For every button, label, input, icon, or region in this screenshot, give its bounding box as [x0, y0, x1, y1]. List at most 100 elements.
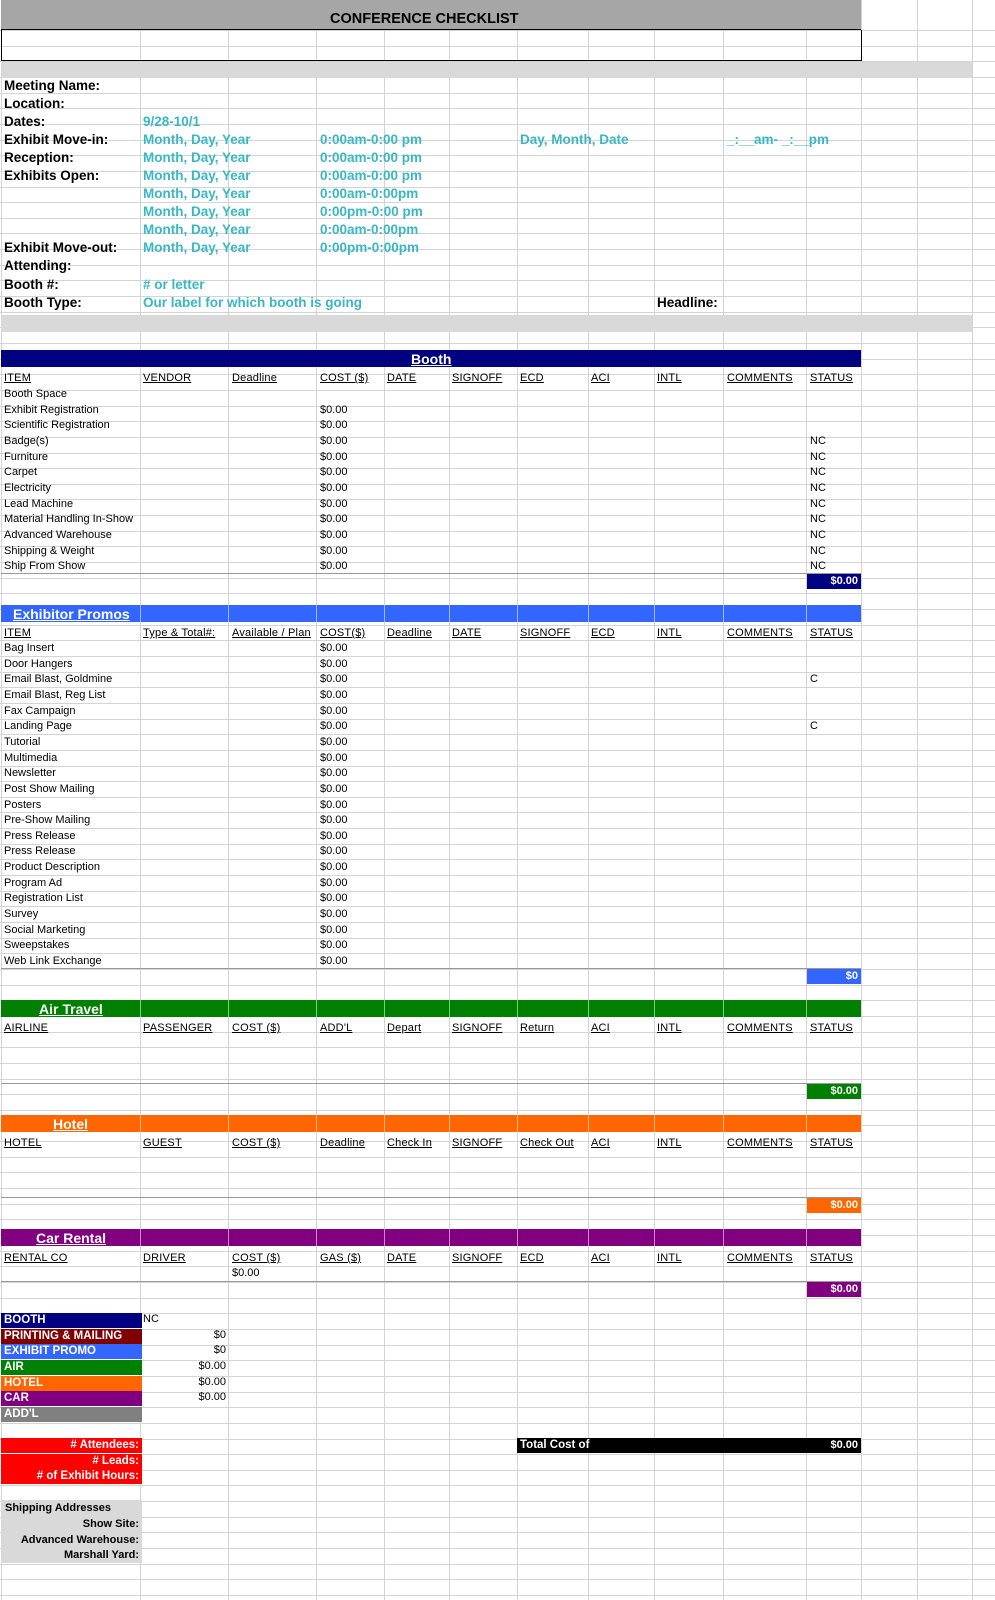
column-header: COMMENTS [727, 1252, 793, 1264]
booth-cost[interactable]: $0.00 [320, 404, 348, 416]
column-header: SIGNOFF [452, 1137, 503, 1149]
promos-band [1, 605, 861, 622]
booth-cost[interactable]: $0.00 [320, 498, 348, 510]
column-header: DATE [452, 627, 482, 639]
column-header: ECD [520, 1252, 544, 1264]
promo-cost[interactable]: $0.00 [320, 658, 348, 670]
booth-cost[interactable]: $0.00 [320, 513, 348, 525]
booth-item: Ship From Show [4, 560, 86, 573]
promo-cost[interactable]: $0.00 [320, 642, 348, 654]
detail-value[interactable]: Month, Day, Year [143, 168, 251, 183]
promo-cost[interactable]: $0.00 [320, 877, 348, 889]
detail-value[interactable]: Month, Day, Year [143, 222, 251, 237]
booth-status[interactable]: NC [810, 529, 826, 541]
column-header: INTL [657, 372, 682, 384]
booth-total: $0.00 [807, 574, 861, 589]
booth-status[interactable]: NC [810, 435, 826, 447]
band-divider [517, 1000, 518, 1017]
promo-cost[interactable]: $0.00 [320, 767, 348, 779]
band-divider [140, 1115, 141, 1132]
promo-status[interactable]: C [810, 673, 818, 685]
booth-cost[interactable]: $0.00 [320, 466, 348, 478]
promo-cost[interactable]: $0.00 [320, 908, 348, 920]
promo-cost[interactable]: $0.00 [320, 689, 348, 701]
column-header: COST ($) [232, 1022, 281, 1034]
promo-cost[interactable]: $0.00 [320, 783, 348, 795]
summary-value: $0.00 [198, 1375, 226, 1388]
booth-status[interactable]: NC [810, 466, 826, 478]
promo-cost[interactable]: $0.00 [320, 939, 348, 951]
band-divider [316, 1229, 317, 1246]
booth-status[interactable]: NC [810, 560, 826, 572]
detail-label: Exhibit Move-in: [4, 132, 109, 147]
detail-time[interactable]: 0:00am-0:00pm [320, 186, 418, 201]
booth-cost[interactable]: $0.00 [320, 560, 348, 572]
section-rule [1, 1197, 861, 1198]
detail-label: Exhibits Open: [4, 168, 100, 183]
detail-extra-date[interactable]: Day, Month, Date [520, 132, 629, 147]
band-divider [228, 1000, 229, 1017]
column-header: VENDOR [143, 372, 192, 384]
promo-cost[interactable]: $0.00 [320, 799, 348, 811]
promo-cost[interactable]: $0.00 [320, 752, 348, 764]
detail-value[interactable]: Month, Day, Year [143, 204, 251, 219]
detail-extra-time[interactable]: _:__am- _:__pm [727, 132, 829, 147]
booth-status[interactable]: NC [810, 513, 826, 525]
detail-value[interactable]: Our label for which booth is going [143, 295, 362, 310]
detail-value[interactable]: Month, Day, Year [143, 240, 251, 255]
booth-status[interactable]: NC [810, 498, 826, 510]
booth-item: Furniture [4, 450, 49, 463]
promo-cost[interactable]: $0.00 [320, 845, 348, 857]
booth-status[interactable]: NC [810, 482, 826, 494]
detail-time[interactable]: 0:00am-0:00 pm [320, 168, 422, 183]
detail-value[interactable]: Month, Day, Year [143, 150, 251, 165]
summary-value: $0 [213, 1328, 226, 1341]
detail-time[interactable]: 0:00am-0:00 pm [320, 132, 422, 147]
detail-time[interactable]: 0:00am-0:00 pm [320, 150, 422, 165]
detail-time[interactable]: 0:00am-0:00pm [320, 222, 418, 237]
band-divider [723, 1000, 724, 1017]
band-divider [588, 1000, 589, 1017]
promo-cost[interactable]: $0.00 [320, 814, 348, 826]
promo-cost[interactable]: $0.00 [320, 673, 348, 685]
booth-cost[interactable]: $0.00 [320, 419, 348, 431]
car-cost-value[interactable]: $0.00 [232, 1267, 260, 1279]
detail-value[interactable]: Month, Day, Year [143, 132, 251, 147]
promo-cost[interactable]: $0.00 [320, 861, 348, 873]
column-header: Depart [387, 1022, 422, 1034]
promo-item: Product Description [4, 861, 100, 874]
band-divider [316, 1115, 317, 1132]
booth-cost[interactable]: $0.00 [320, 451, 348, 463]
booth-status[interactable]: NC [810, 545, 826, 557]
booth-cost[interactable]: $0.00 [320, 545, 348, 557]
promo-status[interactable]: C [810, 720, 818, 732]
booth-cost[interactable]: $0.00 [320, 482, 348, 494]
promo-item: Press Release [4, 845, 76, 858]
band-divider [517, 1229, 518, 1246]
detail-time[interactable]: 0:00pm-0:00 pm [320, 204, 423, 219]
column-header: ITEM [4, 627, 32, 639]
promo-cost[interactable]: $0.00 [320, 736, 348, 748]
detail-time[interactable]: 0:00pm-0:00pm [320, 240, 419, 255]
booth-cost[interactable]: $0.00 [320, 435, 348, 447]
promo-cost[interactable]: $0.00 [320, 955, 348, 967]
detail-value[interactable]: 9/28-10/1 [143, 114, 200, 129]
booth-status[interactable]: NC [810, 451, 826, 463]
band-divider [654, 605, 655, 622]
promo-cost[interactable]: $0.00 [320, 705, 348, 717]
promo-cost[interactable]: $0.00 [320, 720, 348, 732]
promo-cost[interactable]: $0.00 [320, 830, 348, 842]
booth-item: Material Handling In-Show [4, 513, 134, 526]
gray-band-mid [1, 315, 972, 332]
column-header: COMMENTS [727, 1022, 793, 1034]
booth-cost[interactable]: $0.00 [320, 529, 348, 541]
headline-label: Headline: [657, 295, 718, 310]
detail-value[interactable]: Month, Day, Year [143, 186, 251, 201]
band-divider [806, 1000, 807, 1017]
column-header: COST($) [320, 627, 366, 639]
promo-cost[interactable]: $0.00 [320, 892, 348, 904]
column-header: COMMENTS [727, 372, 793, 384]
hotel-title: Hotel [53, 1116, 88, 1132]
detail-value[interactable]: # or letter [143, 277, 205, 292]
promo-cost[interactable]: $0.00 [320, 924, 348, 936]
